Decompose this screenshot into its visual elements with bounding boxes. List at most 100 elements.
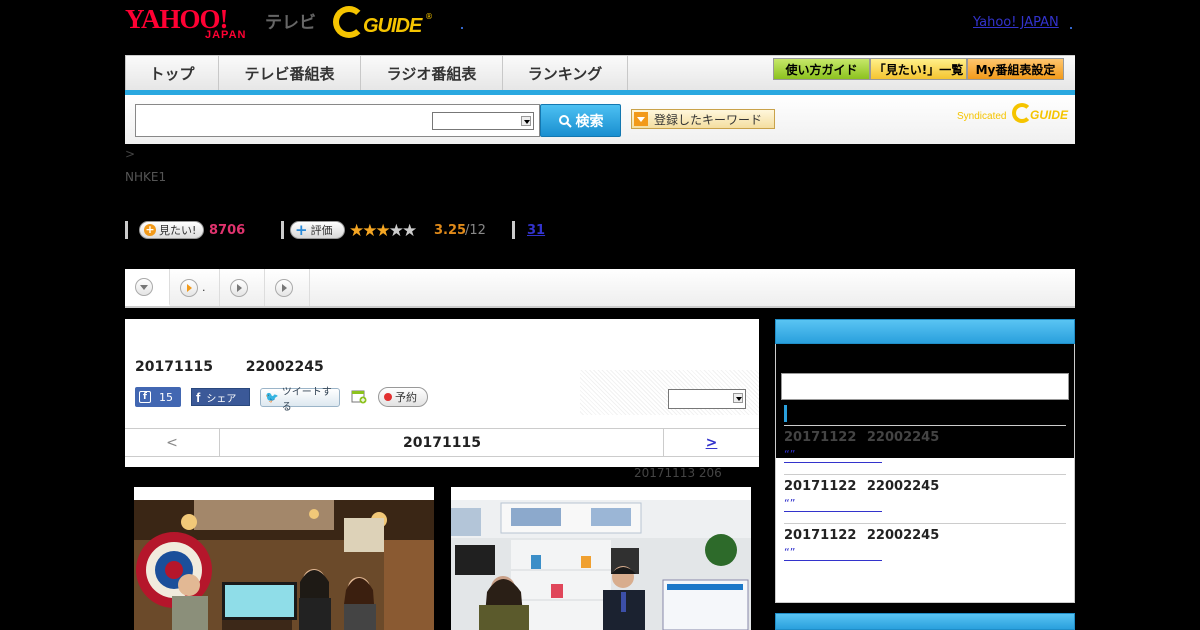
guide-button-label: 使い方ガイド [785, 62, 858, 77]
prev-date-button[interactable]: < [125, 429, 220, 457]
prev-date-label: < [166, 435, 178, 451]
related-item-link[interactable]: “” [784, 546, 882, 561]
breadcrumb[interactable]: > [125, 147, 135, 161]
related-item-link-text: “” [784, 497, 796, 510]
gguide-g-icon [1012, 103, 1032, 123]
want-list-button-label: 「見たい!」一覧 [873, 62, 964, 77]
program-photo-2[interactable] [451, 487, 751, 630]
rating-stars: ★★★★★ [349, 221, 417, 241]
related-item-title: 20171122 22002245 [784, 430, 940, 445]
program-photo-1[interactable] [134, 487, 434, 630]
chevron-down-icon [135, 277, 153, 296]
channel-name: NHKE1 [125, 170, 167, 184]
gguide-logo-text: GUIDE [363, 15, 422, 37]
syndicated-logo-text: GUIDE [1030, 108, 1069, 122]
gguide-g-icon [333, 6, 365, 38]
reserve-label: 予約 [395, 391, 417, 404]
rate-button-label: 評価 [310, 224, 333, 237]
saved-keywords-button[interactable]: 登録したキーワード [631, 109, 775, 129]
program-tab-bar: . [125, 269, 1075, 308]
record-icon [384, 393, 392, 401]
sidebar-header-2 [775, 613, 1075, 630]
syndicated-text: Syndicated [957, 111, 1007, 122]
search-category-select[interactable] [432, 112, 534, 130]
star-empty-icon: ★ [388, 221, 404, 241]
section-bar [281, 221, 284, 239]
facebook-icon: f [139, 391, 151, 403]
fb-like-count: 15 [159, 390, 173, 404]
studio-photo-image [134, 500, 434, 630]
nav-tab-ranking[interactable]: ランキング [503, 56, 628, 90]
facebook-like-button[interactable]: f 15 [135, 387, 181, 407]
yahoo-japan-logo[interactable]: YAHOO! JAPAN [125, 5, 265, 43]
header-dot [461, 27, 463, 29]
rating-count: /12 [465, 223, 486, 238]
yahoo-logo-sub: JAPAN [205, 29, 247, 41]
office-photo-image [451, 500, 751, 630]
related-item-title: 20171122 22002245 [784, 479, 940, 494]
nav-tab-label: テレビ番組表 [244, 64, 335, 83]
section-bar [512, 221, 515, 239]
facebook-share-button[interactable]: f シェア [191, 388, 250, 406]
nav-tab-radio-listings[interactable]: ラジオ番組表 [361, 56, 503, 90]
reserve-button[interactable]: 予約 [378, 387, 428, 407]
rate-button[interactable]: + 評価 [290, 221, 345, 239]
page: YAHOO! JAPAN テレビ GUIDE ® Yahoo! JAPAN トッ… [0, 0, 1200, 630]
want-count: 8706 [209, 223, 246, 238]
nav-tab-label: ラジオ番組表 [386, 64, 477, 83]
tab-third[interactable] [220, 269, 265, 306]
related-item-link[interactable]: “” [784, 449, 882, 463]
section-bar [125, 221, 128, 239]
gguide-logo[interactable]: GUIDE ® [333, 6, 433, 42]
next-date-button[interactable]: > [663, 429, 759, 457]
sidebar-divider [784, 523, 1066, 524]
next-date-label: > [705, 435, 718, 451]
related-item-link[interactable]: “” [784, 497, 882, 512]
sidebar-divider [784, 425, 1066, 426]
nav-tab-tv-listings[interactable]: テレビ番組表 [219, 56, 361, 90]
related-item-link-text: “” [784, 546, 796, 559]
date-navigation: < 20171115 > [125, 428, 759, 457]
my-listing-settings-label: My番組表設定 [975, 62, 1056, 77]
play-icon [275, 278, 293, 297]
fb-share-label: シェア [206, 393, 237, 405]
sidebar-search-input[interactable] [781, 373, 1069, 400]
tweet-button[interactable]: 🐦 ツイートする [260, 387, 340, 413]
sidebar-header [775, 319, 1075, 344]
header-dot-right [1070, 27, 1072, 29]
my-listing-settings-button[interactable]: My番組表設定 [967, 58, 1064, 80]
air-datetime: 20171115 22002245 [135, 359, 324, 375]
rating-value: 3.25 [434, 223, 467, 238]
star-filled-icon: ★ [349, 221, 364, 241]
share-select[interactable] [668, 389, 746, 409]
nav-tab-top[interactable]: トップ [125, 56, 219, 90]
play-orange-icon [180, 278, 198, 297]
tab-fourth[interactable] [265, 269, 310, 306]
star-filled-icon: ★ [375, 221, 391, 241]
want-list-button[interactable]: 「見たい!」一覧 [870, 58, 967, 80]
updated-text: 20171113 206 [634, 466, 722, 480]
saved-keywords-label: 登録したキーワード [654, 112, 763, 127]
yahoo-japan-link[interactable]: Yahoo! JAPAN [973, 15, 1059, 30]
chevron-down-icon [634, 112, 648, 126]
guide-button[interactable]: 使い方ガイド [773, 58, 870, 80]
star-filled-icon: ★ [362, 221, 377, 241]
chevron-down-icon [733, 393, 743, 403]
global-nav: トップ テレビ番組表 ラジオ番組表 ランキング 使い方ガイド 「見たい!」一覧 … [125, 55, 1075, 91]
tweet-label: ツイートする [281, 386, 332, 413]
nav-tab-label: トップ [149, 64, 195, 83]
tv-logo-text[interactable]: テレビ [265, 8, 316, 33]
current-date-label: 20171115 [403, 435, 481, 451]
facebook-icon: f [196, 389, 201, 405]
plus-icon: + [144, 223, 156, 236]
search-button[interactable]: 検索 [540, 104, 621, 137]
tab-program-detail[interactable] [125, 269, 170, 306]
comment-count-link[interactable]: 31 [527, 223, 545, 238]
want-button[interactable]: + 見たい! [139, 221, 204, 239]
tab-second[interactable]: . [170, 269, 220, 306]
sidebar-section-bar [784, 405, 787, 422]
plus-icon: + [295, 221, 308, 239]
chevron-down-icon [521, 116, 531, 126]
calendar-add-icon[interactable] [351, 388, 367, 404]
current-date: 20171115 [220, 429, 664, 457]
